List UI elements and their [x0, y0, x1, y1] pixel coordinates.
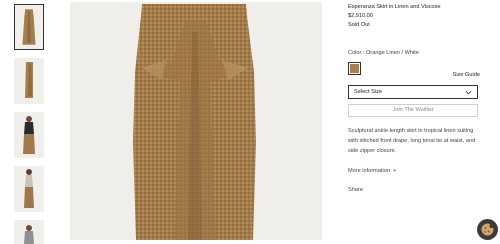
thumbnail-2[interactable]	[14, 58, 44, 104]
join-waitlist-button[interactable]: Join The Waitlist	[348, 104, 478, 117]
model-back-thumbnail-image	[24, 169, 34, 208]
product-description: Sculptural ankle-length skirt in tropica…	[348, 126, 476, 156]
description-line: with stitched front drape, long tonal ti…	[348, 138, 476, 144]
chevron-down-icon	[465, 90, 472, 95]
main-product-image	[70, 2, 322, 240]
model-partial-thumbnail-image	[24, 225, 34, 244]
thumbnail-5[interactable]	[14, 220, 44, 244]
description-line: Sculptural ankle-length skirt in tropica…	[348, 128, 474, 134]
product-title: Esperanza Skirt in Linen and Viscose	[348, 4, 441, 10]
thumbnail-3[interactable]	[14, 112, 44, 158]
skirt-thumbnail-image	[22, 9, 36, 45]
cookie-settings-button[interactable]	[477, 219, 498, 240]
plus-icon: +	[392, 168, 397, 174]
share-link[interactable]: Share	[348, 187, 363, 194]
color-swatch[interactable]	[348, 62, 361, 75]
swatch-fill	[350, 64, 359, 73]
size-select[interactable]: Select Size	[348, 85, 478, 99]
size-select-label: Select Size	[354, 89, 382, 95]
more-information-label: More information	[348, 168, 390, 174]
description-line: side zipper closure.	[348, 148, 397, 154]
more-information-toggle[interactable]: More information +	[348, 168, 396, 175]
skirt-side-thumbnail-image	[25, 62, 33, 98]
size-guide-link[interactable]: Size Guide	[453, 72, 480, 79]
stock-status: Sold Out	[348, 22, 370, 28]
thumbnail-1[interactable]	[14, 4, 44, 50]
thumbnail-4[interactable]	[14, 166, 44, 212]
cookie-icon	[481, 223, 494, 236]
skirt-illustration	[133, 4, 256, 240]
product-price: $2,910.00	[348, 13, 373, 19]
model-front-thumbnail-image	[23, 116, 35, 154]
color-label: Color : Orange Linen / White	[348, 50, 419, 56]
